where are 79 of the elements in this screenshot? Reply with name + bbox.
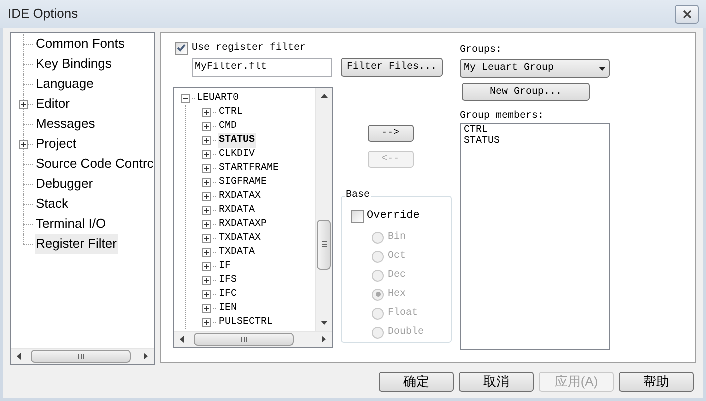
expand-icon[interactable] [202,290,211,298]
filter-files-button[interactable]: Filter Files... [341,58,443,77]
tree-item[interactable]: IF [218,258,232,274]
dialog-button[interactable]: 确定 [379,372,454,392]
scroll-thumb[interactable] [317,220,331,270]
tree-item[interactable]: IFS [218,272,238,288]
close-button[interactable] [675,4,699,24]
dropdown-arrow-icon [599,66,606,70]
radio-label: Oct [388,250,406,264]
dialog-button[interactable]: 取消 [459,372,534,392]
tree-item[interactable]: RXDATA [218,202,256,218]
sidebar-item[interactable]: Key Bindings [35,54,113,74]
expand-icon[interactable] [202,234,211,242]
expand-icon[interactable] [202,276,211,284]
scroll-thumb[interactable] [194,333,294,346]
sidebar-item[interactable]: Common Fonts [35,34,126,54]
tree-item[interactable]: PULSECTRL [218,314,274,330]
sidebar-item[interactable]: Editor [35,94,71,114]
horizontal-scrollbar[interactable] [174,331,332,347]
expand-icon[interactable] [202,262,211,270]
tree-item[interactable]: CLKDIV [218,146,256,162]
expand-icon[interactable] [202,164,211,172]
tree-item[interactable]: IEN [218,300,238,316]
checkbox[interactable] [351,210,364,222]
radio-label: Double [388,326,424,340]
group-dropdown[interactable]: My Leuart Group [460,59,610,78]
expand-icon[interactable] [19,140,28,148]
field-label: Groups: [460,44,504,57]
radio-label: Float [388,306,418,321]
horizontal-scrollbar[interactable] [11,348,154,364]
expand-icon[interactable] [202,136,211,144]
sidebar-item[interactable]: Debugger [35,174,94,194]
tree-item[interactable]: STARTFRAME [218,160,280,176]
sidebar-item[interactable]: Messages [35,114,96,134]
sidebar-item[interactable]: Stack [35,194,70,214]
radio-label: Dec [388,269,406,283]
filter-file-field[interactable]: MyFilter.flt [192,58,332,77]
radio-label: Hex [388,288,406,302]
expand-icon[interactable] [19,100,28,108]
expand-icon[interactable] [202,206,211,214]
checkbox-label: Use register filter [192,42,306,56]
expand-icon[interactable] [202,248,211,256]
add-button[interactable]: --> [368,125,414,142]
window-title: IDE Options [8,5,80,24]
new-group-button[interactable]: New Group... [462,83,590,101]
sidebar-item[interactable]: Project [35,134,78,154]
expand-icon[interactable] [202,318,211,326]
tree-item[interactable]: STATUS [218,132,256,148]
field-label: Group members: [460,110,546,121]
expand-icon[interactable] [202,178,211,186]
tree-item[interactable]: LEUART0 [197,90,240,106]
expand-icon[interactable] [202,108,211,116]
dialog-button[interactable]: 帮助 [619,372,694,392]
sidebar-item[interactable]: Terminal I/O [35,214,108,234]
list-item[interactable]: STATUS [464,136,609,147]
expand-icon[interactable] [202,304,211,312]
checkbox[interactable] [175,42,188,54]
sidebar-item[interactable]: Source Code Contrc [35,154,155,174]
vertical-scrollbar[interactable] [315,88,332,331]
tree-item[interactable]: CTRL [218,104,244,120]
sidebar-item[interactable]: Register Filter [35,234,118,254]
tree-item[interactable]: TXDATAX [218,230,262,246]
radio-label: Bin [388,230,406,245]
sidebar-item[interactable]: Language [35,74,95,94]
tree-item[interactable]: RXDATAXP [218,216,268,232]
tree-item[interactable]: CMD [218,118,238,134]
tree-item[interactable]: IFC [218,286,238,302]
expand-icon[interactable] [202,122,211,130]
tree-item[interactable]: RXDATAX [218,188,262,204]
expand-icon[interactable] [202,192,211,200]
tree-item[interactable]: SIGFRAME [218,174,268,190]
collapse-icon[interactable] [181,94,190,102]
expand-icon[interactable] [202,150,211,158]
scroll-thumb[interactable] [31,350,131,363]
checkbox-label: Override [367,208,420,224]
close-icon [682,10,692,18]
tree-item[interactable]: TXDATA [218,244,256,260]
expand-icon[interactable] [202,220,211,228]
list-item[interactable]: CTRL [464,125,609,136]
